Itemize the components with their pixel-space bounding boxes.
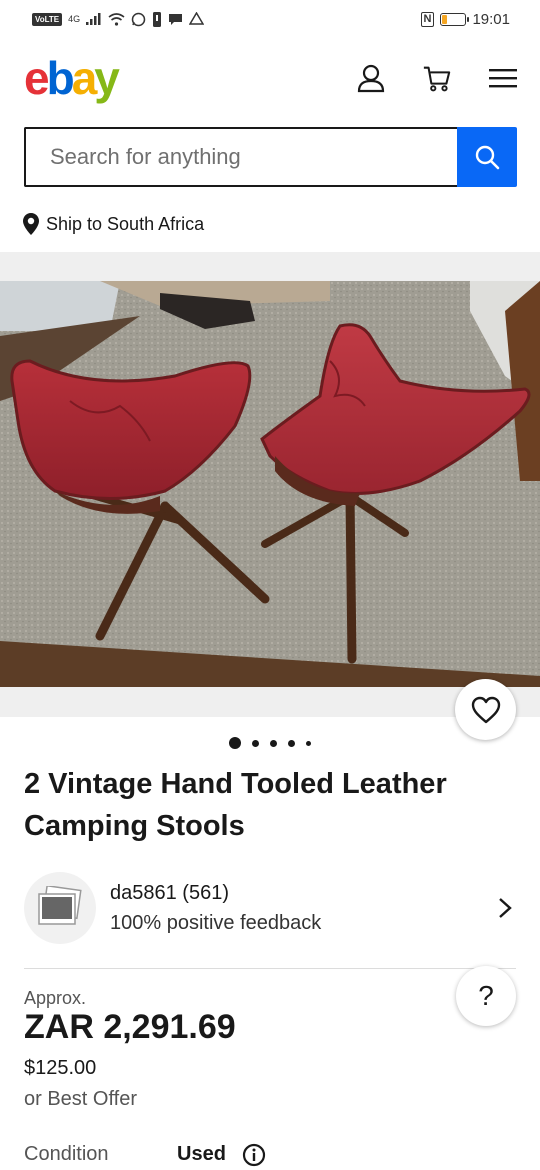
item-image[interactable] xyxy=(0,281,540,687)
logo-letter-b: b xyxy=(46,52,75,104)
pagination-dot-1[interactable] xyxy=(229,737,241,749)
wifi-icon xyxy=(108,12,125,26)
chevron-right-icon xyxy=(499,898,512,918)
price-local: ZAR 2,291.69 xyxy=(24,1008,236,1046)
seller-text: da5861 (561) 100% positive feedback xyxy=(110,878,321,938)
clock: 19:01 xyxy=(472,10,510,28)
photo-placeholder-icon xyxy=(38,886,82,925)
notification-icon xyxy=(153,11,162,27)
status-bar-left: VoLTE 4G xyxy=(32,11,205,27)
network-label: 4G xyxy=(68,14,81,24)
approx-label: Approx. xyxy=(24,988,87,1008)
account-icon[interactable] xyxy=(356,63,386,93)
menu-icon[interactable] xyxy=(488,63,518,93)
battery-icon xyxy=(440,12,470,26)
help-button[interactable]: ? xyxy=(456,966,516,1026)
pagination-dot-5[interactable] xyxy=(306,740,311,746)
logo-letter-a: a xyxy=(71,52,98,104)
ebay-logo[interactable]: ebay xyxy=(24,52,120,104)
search-bar xyxy=(24,127,517,187)
app-header: ebay xyxy=(0,38,540,118)
ship-to-location[interactable]: Ship to South Africa xyxy=(22,212,204,236)
pagination-dot-3[interactable] xyxy=(270,739,277,747)
pagination-dot-2[interactable] xyxy=(252,739,259,747)
seller-avatar xyxy=(24,872,96,944)
ship-to-label: Ship to South Africa xyxy=(46,213,205,234)
chat-icon xyxy=(169,14,183,25)
battery-level xyxy=(442,14,447,24)
nfc-icon: N xyxy=(420,11,435,27)
drive-icon xyxy=(189,12,205,25)
status-bar: VoLTE 4G N 19:01 xyxy=(0,0,540,38)
logo-letter-e: e xyxy=(24,52,50,104)
search-icon xyxy=(475,145,500,170)
condition-label: Condition xyxy=(24,1143,109,1165)
pagination-dot-4[interactable] xyxy=(288,739,295,747)
item-title: 2 Vintage Hand Tooled Leather Camping St… xyxy=(24,768,447,842)
seller-feedback: 100% positive feedback xyxy=(110,912,322,934)
header-actions xyxy=(356,63,518,93)
heart-icon xyxy=(471,696,500,723)
logo-letter-y: y xyxy=(94,52,120,104)
seller-info[interactable]: da5861 (561) 100% positive feedback xyxy=(24,872,516,944)
price-usd: $125.00 xyxy=(24,1057,97,1079)
section-divider xyxy=(24,968,516,969)
seller-name: da5861 (561) xyxy=(110,882,229,904)
status-bar-right: N 19:01 xyxy=(420,10,510,28)
search-button[interactable] xyxy=(457,127,517,187)
search-input[interactable] xyxy=(24,127,457,187)
image-pagination xyxy=(0,737,540,749)
info-icon[interactable] xyxy=(242,1143,266,1167)
signal-icon xyxy=(86,13,101,25)
volte-badge: VoLTE xyxy=(32,12,63,26)
cart-icon[interactable] xyxy=(422,63,452,93)
whatsapp-icon xyxy=(131,12,146,26)
condition-value: Used xyxy=(177,1143,226,1165)
watch-button[interactable] xyxy=(455,679,516,740)
best-offer-label: or Best Offer xyxy=(24,1088,138,1110)
location-pin-icon xyxy=(23,213,39,235)
